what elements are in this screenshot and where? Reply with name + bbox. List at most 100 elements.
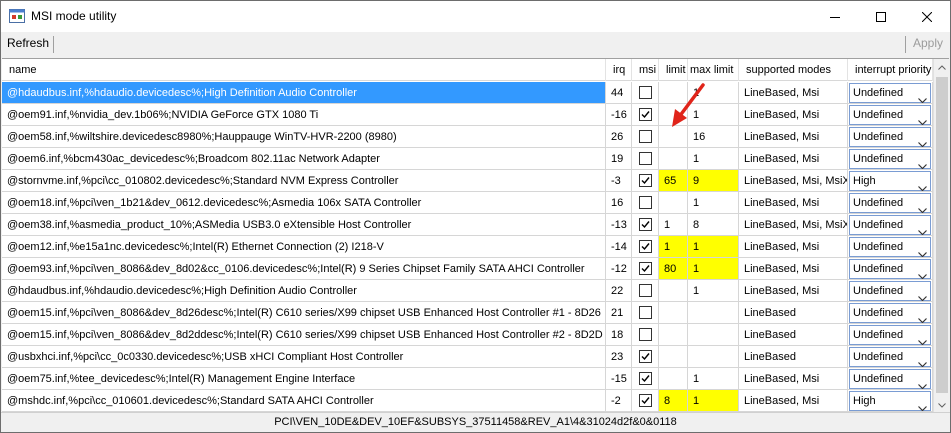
cell-name[interactable]: @oem38.inf,%asmedia_product_10%;ASMedia …: [2, 214, 606, 236]
cell-name[interactable]: @stornvme.inf,%pci\cc_010802.devicedesc%…: [2, 170, 606, 192]
priority-dropdown[interactable]: Undefined: [849, 105, 931, 125]
msi-checkbox[interactable]: [639, 262, 652, 275]
column-header-interrupt-priority[interactable]: interrupt priority: [848, 59, 933, 81]
msi-checkbox[interactable]: [639, 218, 652, 231]
msi-checkbox[interactable]: [639, 328, 652, 341]
cell-max-limit: 1: [688, 148, 739, 170]
msi-checkbox[interactable]: [639, 306, 652, 319]
column-header-supported-modes[interactable]: supported modes: [739, 59, 848, 81]
cell-name[interactable]: @oem6.inf,%bcm430ac_devicedesc%;Broadcom…: [2, 148, 606, 170]
cell-limit: 8: [659, 390, 688, 412]
close-button[interactable]: [904, 1, 950, 32]
msi-checkbox[interactable]: [639, 196, 652, 209]
priority-dropdown[interactable]: High: [849, 171, 931, 191]
priority-dropdown[interactable]: Undefined: [849, 149, 931, 169]
msi-checkbox[interactable]: [639, 174, 652, 187]
scroll-up-button[interactable]: [934, 59, 949, 75]
cell-name[interactable]: @oem93.inf,%pci\ven_8086&dev_8d02&cc_010…: [2, 258, 606, 280]
cell-limit: [659, 192, 688, 214]
cell-name[interactable]: @hdaudbus.inf,%hdaudio.devicedesc%;High …: [2, 82, 606, 104]
vertical-scrollbar[interactable]: [933, 59, 949, 412]
priority-dropdown[interactable]: Undefined: [849, 127, 931, 147]
cell-interrupt-priority: Undefined: [848, 236, 933, 258]
cell-name[interactable]: @oem58.inf,%wiltshire.devicedesc8980%;Ha…: [2, 126, 606, 148]
scroll-thumb[interactable]: [936, 77, 948, 393]
cell-name[interactable]: @oem12.inf,%e15a1nc.devicedesc%;Intel(R)…: [2, 236, 606, 258]
cell-name[interactable]: @hdaudbus.inf,%hdaudio.devicedesc%;High …: [2, 280, 606, 302]
table-row[interactable]: @stornvme.inf,%pci\cc_010802.devicedesc%…: [2, 170, 933, 192]
table-row[interactable]: @mshdc.inf,%pci\cc_010601.devicedesc%;St…: [2, 390, 933, 412]
msi-checkbox[interactable]: [639, 394, 652, 407]
msi-checkbox[interactable]: [639, 350, 652, 363]
table-row[interactable]: @hdaudbus.inf,%hdaudio.devicedesc%;High …: [2, 82, 933, 104]
table-row[interactable]: @oem75.inf,%tee_devicedesc%;Intel(R) Man…: [2, 368, 933, 390]
cell-msi: [632, 368, 659, 390]
annotation-arrow-icon: [672, 83, 705, 127]
priority-value: High: [853, 175, 876, 187]
priority-dropdown[interactable]: High: [849, 391, 931, 411]
cell-name[interactable]: @usbxhci.inf,%pci\cc_0c0330.devicedesc%;…: [2, 346, 606, 368]
msi-checkbox[interactable]: [639, 108, 652, 121]
cell-name[interactable]: @oem15.inf,%pci\ven_8086&dev_8d26desc%;I…: [2, 302, 606, 324]
minimize-button[interactable]: [812, 1, 858, 32]
msi-checkbox[interactable]: [639, 152, 652, 165]
cell-max-limit: [688, 346, 739, 368]
priority-dropdown[interactable]: Undefined: [849, 237, 931, 257]
msi-checkbox[interactable]: [639, 372, 652, 385]
maximize-button[interactable]: [858, 1, 904, 32]
msi-checkbox[interactable]: [639, 284, 652, 297]
column-header-max-limit[interactable]: max limit: [688, 59, 739, 81]
cell-name[interactable]: @mshdc.inf,%pci\cc_010601.devicedesc%;St…: [2, 390, 606, 412]
cell-limit: [659, 280, 688, 302]
priority-dropdown[interactable]: Undefined: [849, 325, 931, 345]
table-row[interactable]: @oem15.inf,%pci\ven_8086&dev_8d2ddesc%;I…: [2, 324, 933, 346]
cell-irq: -15: [606, 368, 632, 390]
checkmark-icon: [641, 177, 650, 185]
cell-supported-modes: LineBased, Msi: [739, 236, 848, 258]
cell-interrupt-priority: High: [848, 170, 933, 192]
table-row[interactable]: @usbxhci.inf,%pci\cc_0c0330.devicedesc%;…: [2, 346, 933, 368]
cell-name[interactable]: @oem91.inf,%nvidia_dev.1b06%;NVIDIA GeFo…: [2, 104, 606, 126]
chevron-down-icon: [918, 332, 927, 345]
cell-limit: 1: [659, 214, 688, 236]
table-row[interactable]: @oem93.inf,%pci\ven_8086&dev_8d02&cc_010…: [2, 258, 933, 280]
table-row[interactable]: @oem91.inf,%nvidia_dev.1b06%;NVIDIA GeFo…: [2, 104, 933, 126]
priority-dropdown[interactable]: Undefined: [849, 215, 931, 235]
table-row[interactable]: @oem6.inf,%bcm430ac_devicedesc%;Broadcom…: [2, 148, 933, 170]
cell-supported-modes: LineBased, Msi: [739, 368, 848, 390]
priority-dropdown[interactable]: Undefined: [849, 259, 931, 279]
msi-checkbox[interactable]: [639, 86, 652, 99]
msi-checkbox[interactable]: [639, 130, 652, 143]
table-row[interactable]: @oem58.inf,%wiltshire.devicedesc8980%;Ha…: [2, 126, 933, 148]
priority-dropdown[interactable]: Undefined: [849, 347, 931, 367]
column-header-irq[interactable]: irq: [606, 59, 632, 81]
column-header-name[interactable]: name: [2, 59, 606, 81]
priority-dropdown[interactable]: Undefined: [849, 193, 931, 213]
column-header-msi[interactable]: msi: [632, 59, 659, 81]
cell-irq: 23: [606, 346, 632, 368]
refresh-button[interactable]: Refresh: [7, 36, 49, 50]
cell-name[interactable]: @oem15.inf,%pci\ven_8086&dev_8d2ddesc%;I…: [2, 324, 606, 346]
cell-supported-modes: LineBased: [739, 346, 848, 368]
cell-max-limit: 8: [688, 214, 739, 236]
priority-dropdown[interactable]: Undefined: [849, 369, 931, 389]
cell-name[interactable]: @oem18.inf,%pci\ven_1b21&dev_0612.device…: [2, 192, 606, 214]
scroll-down-button[interactable]: [934, 397, 949, 412]
chevron-down-icon: [918, 134, 927, 147]
cell-interrupt-priority: Undefined: [848, 324, 933, 346]
table-row[interactable]: @oem12.inf,%e15a1nc.devicedesc%;Intel(R)…: [2, 236, 933, 258]
apply-button[interactable]: Apply: [913, 36, 943, 50]
cell-interrupt-priority: Undefined: [848, 214, 933, 236]
table-row[interactable]: @oem15.inf,%pci\ven_8086&dev_8d26desc%;I…: [2, 302, 933, 324]
priority-dropdown[interactable]: Undefined: [849, 281, 931, 301]
cell-name[interactable]: @oem75.inf,%tee_devicedesc%;Intel(R) Man…: [2, 368, 606, 390]
priority-dropdown[interactable]: Undefined: [849, 83, 931, 103]
msi-checkbox[interactable]: [639, 240, 652, 253]
table-row[interactable]: @oem18.inf,%pci\ven_1b21&dev_0612.device…: [2, 192, 933, 214]
column-header-limit[interactable]: limit: [659, 59, 688, 81]
priority-dropdown[interactable]: Undefined: [849, 303, 931, 323]
cell-max-limit: 1: [688, 236, 739, 258]
cell-supported-modes: LineBased, Msi, MsiX: [739, 214, 848, 236]
table-row[interactable]: @hdaudbus.inf,%hdaudio.devicedesc%;High …: [2, 280, 933, 302]
table-row[interactable]: @oem38.inf,%asmedia_product_10%;ASMedia …: [2, 214, 933, 236]
